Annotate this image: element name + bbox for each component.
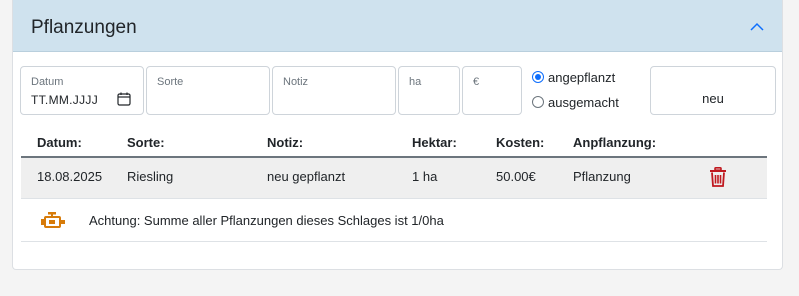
- calendar-icon[interactable]: [117, 92, 131, 106]
- engine-warning-icon: [41, 212, 65, 228]
- cell-sorte: Riesling: [127, 169, 174, 184]
- notiz-input[interactable]: Notiz: [272, 66, 396, 115]
- cell-planting: Pflanzung: [573, 169, 631, 184]
- cell-cost: 50.00€: [496, 169, 536, 184]
- radio-label: angepflanzt: [548, 69, 616, 85]
- date-field[interactable]: Datum TT.MM.JJJJ: [20, 66, 144, 115]
- warning-row: Achtung: Summe aller Pflanzungen dieses …: [21, 200, 767, 242]
- cell-notiz: neu gepflanzt: [267, 169, 346, 184]
- radio-angepflanzt[interactable]: angepflanzt: [532, 67, 619, 87]
- column-header-cost: Kosten:: [496, 135, 545, 150]
- column-header-date: Datum:: [37, 135, 82, 150]
- warning-message: Achtung: Summe aller Pflanzungen dieses …: [89, 213, 444, 228]
- date-label: Datum: [31, 76, 64, 88]
- new-planting-button[interactable]: neu: [650, 66, 776, 115]
- planting-status-radios: angepflanzt ausgemacht: [532, 66, 619, 112]
- notiz-placeholder: Notiz: [283, 76, 309, 88]
- cost-input[interactable]: €: [462, 66, 522, 115]
- column-header-hectare: Hektar:: [412, 135, 457, 150]
- cell-date: 18.08.2025: [37, 169, 103, 184]
- radio-label: ausgemacht: [548, 94, 619, 110]
- euro-placeholder: €: [473, 76, 480, 88]
- panel-header[interactable]: Pflanzungen: [13, 0, 782, 52]
- radio-button[interactable]: [532, 96, 544, 108]
- radio-ausgemacht[interactable]: ausgemacht: [532, 92, 619, 112]
- date-value: TT.MM.JJJJ: [31, 93, 98, 107]
- sorte-placeholder: Sorte: [157, 76, 184, 88]
- cell-hectare: 1 ha: [412, 169, 438, 184]
- column-header-planting: Anpflanzung:: [573, 135, 657, 150]
- panel-title: Pflanzungen: [31, 17, 137, 38]
- hectare-input[interactable]: ha: [398, 66, 460, 115]
- ha-placeholder: ha: [409, 76, 422, 88]
- radio-button-checked[interactable]: [532, 71, 544, 83]
- chevron-up-icon[interactable]: [750, 22, 764, 32]
- column-header-notiz: Notiz:: [267, 135, 304, 150]
- column-header-sorte: Sorte:: [127, 135, 165, 150]
- sorte-input[interactable]: Sorte: [146, 66, 270, 115]
- trash-icon[interactable]: [709, 167, 727, 187]
